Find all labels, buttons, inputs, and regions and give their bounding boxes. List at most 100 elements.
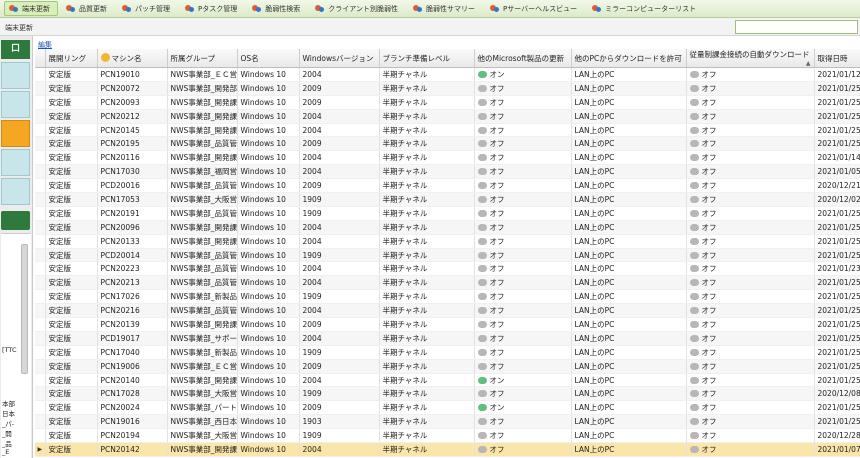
cell-value: 2021/01/25: [817, 347, 860, 357]
table-cell: 2004: [299, 331, 380, 346]
toggle-state-icon: [689, 182, 699, 190]
search-input[interactable]: [735, 20, 858, 34]
toggle-state-icon: [689, 348, 699, 356]
toolbar-tab-label: ミラーコンピューターリスト: [605, 4, 697, 13]
cell-value: LAN上のPC: [574, 125, 615, 135]
table-row[interactable]: 安定版 PCN19010 NWS事業部_ＥＣ営 Windows 10 2004 半期チャネ…: [35, 67, 860, 82]
column-header[interactable]: 他のMicrosoft製品の更新: [474, 49, 572, 68]
tab-icon: [185, 4, 195, 13]
tree-item[interactable]: 本部: [2, 398, 18, 408]
table-cell: 2021/01/25: [814, 109, 860, 124]
table-row[interactable]: 安定版 PCN20145 NWS事業部_開発課 Windows 10 2004 半期チャネ…: [35, 123, 860, 138]
table-row[interactable]: 安定版 PCN17030 NWS事業部_福岡営 Windows 10 2004 半期チャネ…: [35, 164, 860, 180]
column-header[interactable]: 展開リング: [45, 49, 98, 68]
tree-item[interactable]: [TTC: [2, 346, 18, 354]
table-cell: 2004: [299, 275, 380, 291]
panel-green-button[interactable]: [1, 211, 30, 230]
column-header[interactable]: 取得日時: [814, 49, 860, 68]
table-row[interactable]: 安定版 PCN20223 NWS事業部_品質管 Windows 10 2004 半期チャネ…: [35, 261, 860, 277]
column-header[interactable]: Windowsバージョン: [299, 49, 380, 68]
table-row[interactable]: 安定版 PCN17053 NWS事業部_大阪営 Windows 10 1909 半期チャネ…: [35, 192, 860, 207]
cell-value: 2004: [302, 333, 322, 343]
table-row[interactable]: 安定版 PCN20195 NWS事業部_品質管 Windows 10 2009 半期チャネ…: [35, 136, 860, 152]
table-row[interactable]: 安定版 PCN20213 NWS事業部_品質管 Windows 10 2004 半期チャネ…: [35, 275, 860, 291]
table-cell: オン: [474, 67, 572, 82]
table-cell: 1909: [299, 192, 380, 207]
tree-item[interactable]: _品: [2, 438, 18, 448]
toolbar-tab-4[interactable]: 脆弱性検索: [248, 1, 307, 16]
cell-value: 2021/01/25: [817, 403, 860, 413]
toolbar-tab-8[interactable]: ミラーコンピューターリスト: [588, 1, 703, 16]
cell-value: 2004: [302, 278, 322, 288]
cell-value: Windows 10: [240, 250, 286, 260]
cell-value: 半期チャネル: [382, 222, 428, 232]
cell-value: NWS事業部_大阪営: [170, 389, 237, 399]
cell-value: PCN20096: [100, 222, 140, 232]
panel-tile-3[interactable]: [1, 120, 30, 147]
toolbar-tab-label: 品質更新: [79, 4, 107, 13]
table-row[interactable]: 安定版 PCN20212 NWS事業部_開発課 Windows 10 2004 半期チャネ…: [35, 109, 860, 124]
table-row[interactable]: 安定版 PCN17040 NWS事業部_新製品 Windows 10 1909 半期チャネ…: [35, 345, 860, 360]
column-header[interactable]: ブランチ準備レベル: [379, 49, 475, 68]
toolbar-tab-7[interactable]: Pサーバーヘルスビュー: [486, 1, 584, 16]
cell-value: オフ: [489, 167, 505, 177]
toolbar-tab-3[interactable]: Pタスク管理: [181, 1, 244, 16]
tree-item[interactable]: 日本: [2, 408, 18, 418]
table-cell: NWS事業部_開発課: [167, 123, 238, 138]
cell-value: LAN上のPC: [574, 347, 615, 357]
cell-value: 2021/01/07: [817, 444, 860, 454]
table-cell: PCN20140: [97, 373, 168, 388]
table-cell: オフ: [686, 248, 815, 263]
table-row[interactable]: 安定版 PCN20139 NWS事業部_開発課 Windows 10 2009 半期チャネ…: [35, 317, 860, 332]
table-row[interactable]: 安定版 PCN20116 NWS事業部_開発課 Windows 10 2004 半期チャネ…: [35, 150, 860, 166]
table-row[interactable]: 安定版 PCN20191 NWS事業部_品質管 Windows 10 1909 半期チャネ…: [35, 206, 860, 221]
table-cell: 2004: [299, 234, 380, 249]
table-row[interactable]: 安定版 PCD19017 NWS事業部_サポー Windows 10 2004 半期チャネ…: [35, 331, 860, 346]
table-row[interactable]: 安定版 PCN20216 NWS事業部_品質管 Windows 10 2004 半期チャネ…: [35, 303, 860, 319]
table-cell: オフ: [686, 220, 815, 235]
toolbar-tab-6[interactable]: 脆弱性サマリー: [409, 1, 482, 16]
cell-value: 2004: [302, 153, 322, 163]
panel-tile-4[interactable]: [1, 149, 30, 176]
table-row[interactable]: 安定版 PCN19006 NWS事業部_ＥＣ営 Windows 10 2009 半期チャネ…: [35, 359, 860, 374]
table-row[interactable]: 安定版 PCN20024 NWS事業部_パート Windows 10 2009 半期チャネ…: [35, 400, 860, 416]
toolbar-tab-2[interactable]: パッチ管理: [118, 1, 177, 16]
tree-item[interactable]: _パ-: [2, 418, 18, 428]
table-row[interactable]: 安定版 PCN20093 NWS事業部_開発課 Windows 10 2009 半期チャネ…: [35, 95, 860, 110]
panel-tile-2[interactable]: [1, 91, 30, 118]
column-header[interactable]: OS名: [237, 49, 300, 68]
tree-item[interactable]: _開: [2, 428, 18, 438]
toolbar-tab-0[interactable]: 端末更新: [4, 1, 58, 16]
table-row[interactable]: 安定版 PCN20194 NWS事業部_大阪営 Windows 10 1909 半期チャネ…: [35, 428, 860, 444]
table-row[interactable]: ▶ 安定版 PCN20142 NWS事業部_開発課 Windows 10 2004 半期チャ…: [35, 442, 860, 457]
table-cell: 2021/01/23: [814, 261, 860, 277]
tree-scrollbar[interactable]: [21, 244, 28, 374]
table-cell: オフ: [474, 414, 572, 430]
cell-value: 半期チャネル: [382, 347, 428, 357]
toolbar-tab-1[interactable]: 品質更新: [62, 1, 114, 16]
column-header[interactable]: 所属グループ: [167, 49, 238, 68]
table-row[interactable]: 安定版 PCN19016 NWS事業部_西日本 Windows 10 1903 半期チャネ…: [35, 414, 860, 430]
table-cell: NWS事業部_西日本: [167, 414, 238, 430]
toggle-state-icon: [689, 445, 699, 453]
table-row[interactable]: 安定版 PCN17026 NWS事業部_新製品 Windows 10 1909 半期チャネ…: [35, 289, 860, 305]
table-row[interactable]: 安定版 PCN20140 NWS事業部_開発課 Windows 10 2004 半期チャネ…: [35, 373, 860, 388]
table-row[interactable]: 安定版 PCD20016 NWS事業部_品質管 Windows 10 2009 半期チャネ…: [35, 178, 860, 194]
panel-tile-1[interactable]: [1, 62, 30, 89]
cell-value: 2020/12/02: [817, 194, 860, 204]
panel-tile-5[interactable]: [1, 178, 30, 205]
column-header[interactable]: 他のPCからダウンロードを許可: [571, 49, 687, 68]
table-row[interactable]: 安定版 PCD20014 NWS事業部_品質管 Windows 10 1909 半期チャネ…: [35, 248, 860, 263]
panel-collapse-button[interactable]: 口: [1, 40, 30, 59]
toggle-state-icon: [477, 279, 487, 287]
cell-value: Windows 10: [240, 208, 286, 218]
table-row[interactable]: 安定版 PCN17028 NWS事業部_大阪営 Windows 10 1909 半期チャネ…: [35, 386, 860, 402]
table-row[interactable]: 安定版 PCN20133 NWS事業部_開発課 Windows 10 2004 半期チャネ…: [35, 234, 860, 249]
toggle-state-icon: [477, 140, 487, 148]
toolbar-tab-5[interactable]: クライアント別脆弱性: [311, 1, 405, 16]
column-header[interactable]: 従量制課金接続の自動ダウンロード ▲: [686, 49, 815, 68]
column-header[interactable]: マシン名: [97, 49, 168, 68]
table-row[interactable]: 安定版 PCN20096 NWS事業部_開発課 Windows 10 2004 半期チャネ…: [35, 220, 860, 235]
tree-item[interactable]: _E: [2, 448, 18, 456]
table-row[interactable]: 安定版 PCN20072 NWS事業部_開発部 Windows 10 2009 半期チャネ…: [35, 81, 860, 96]
